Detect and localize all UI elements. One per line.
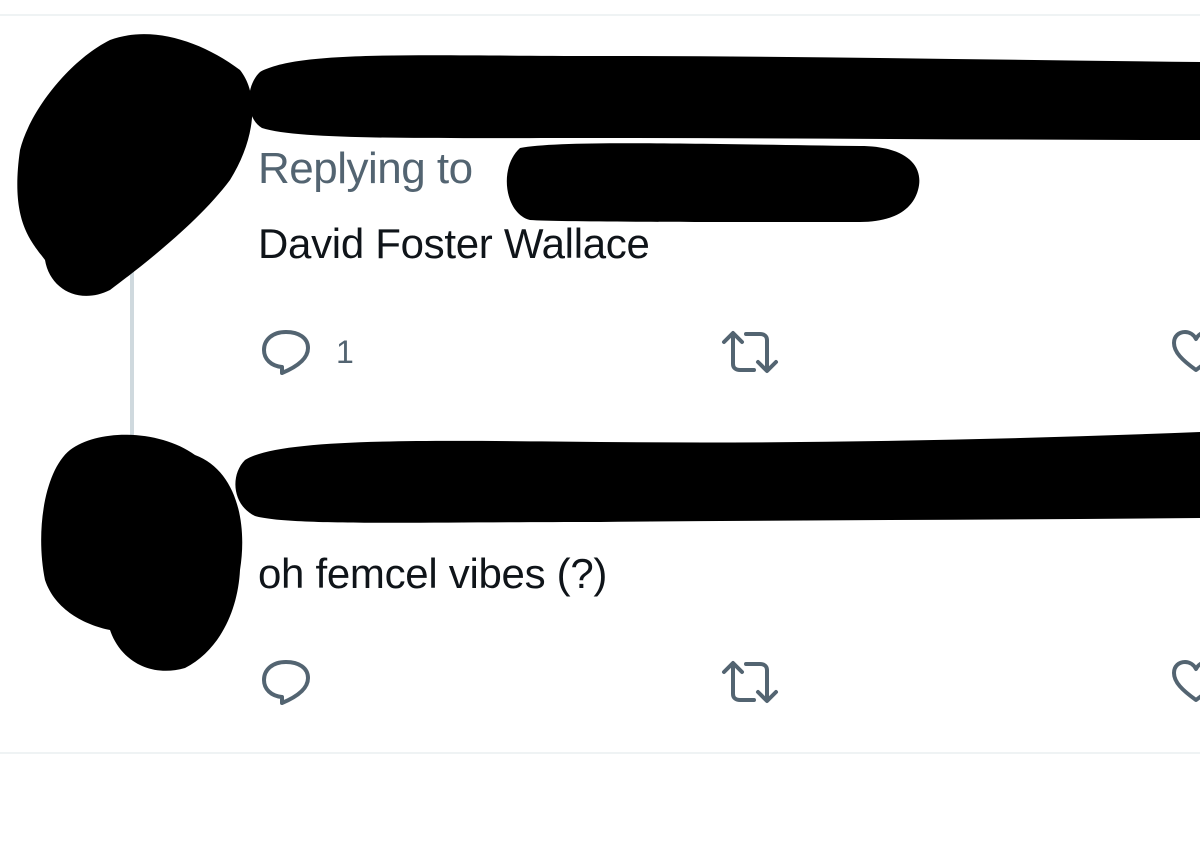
tweet-thread-screenshot: Replying to David Foster Wallace 1 oh fe… — [0, 0, 1200, 854]
name-redaction — [235, 432, 1200, 523]
redaction-marks — [17, 34, 1200, 671]
avatar-redaction — [41, 434, 243, 671]
avatar-redaction — [17, 34, 253, 296]
handle-redaction — [506, 143, 920, 222]
name-redaction — [248, 55, 1200, 140]
